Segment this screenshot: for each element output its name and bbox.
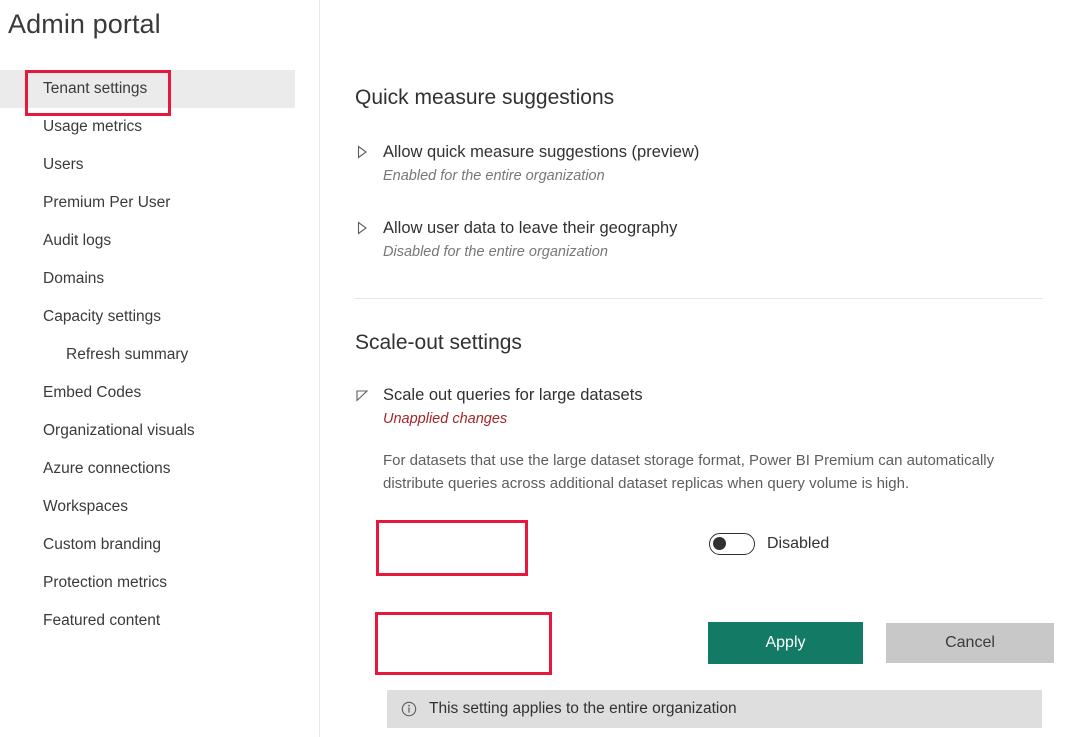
sidebar-item-premium-per-user[interactable]: Premium Per User [0,184,320,222]
chevron-right-icon[interactable] [355,221,369,235]
toggle-switch[interactable] [709,533,755,555]
setting-label: Allow quick measure suggestions (preview… [383,142,699,163]
setting-status: Disabled for the entire organization [383,242,677,263]
sidebar-item-usage-metrics[interactable]: Usage metrics [0,108,320,146]
sidebar-item-azure-connections[interactable]: Azure connections [0,450,320,488]
chevron-down-icon[interactable] [355,388,369,402]
sidebar-item-organizational-visuals[interactable]: Organizational visuals [0,412,320,450]
main-content: Quick measure suggestions Allow quick me… [321,0,1082,737]
setting-row[interactable]: Allow user data to leave their geography… [355,218,677,263]
section-title-scale-out: Scale-out settings [355,331,522,355]
sidebar-item-embed-codes[interactable]: Embed Codes [0,374,320,412]
cancel-button[interactable]: Cancel [886,623,1054,663]
sidebar-item-capacity-settings[interactable]: Capacity settings [0,298,320,336]
section-title-quick-measure: Quick measure suggestions [355,86,614,110]
setting-status: Enabled for the entire organization [383,166,699,187]
apply-button[interactable]: Apply [708,622,863,664]
info-text: This setting applies to the entire organ… [429,700,737,718]
toggle-knob [713,537,726,550]
chevron-right-icon[interactable] [355,145,369,159]
info-bar: This setting applies to the entire organ… [387,690,1042,728]
toggle-label: Disabled [767,535,829,553]
sidebar-item-featured-content[interactable]: Featured content [0,602,320,640]
info-circle-icon [401,701,417,717]
sidebar-item-refresh-summary[interactable]: Refresh summary [0,336,320,374]
sidebar-item-domains[interactable]: Domains [0,260,320,298]
scale-out-toggle[interactable]: Disabled [709,533,829,555]
page-title: Admin portal [8,9,161,40]
setting-label: Allow user data to leave their geography [383,218,677,239]
sidebar-nav-list: Tenant settingsUsage metricsUsersPremium… [0,70,320,640]
setting-row[interactable]: Allow quick measure suggestions (preview… [355,142,699,187]
sidebar-item-custom-branding[interactable]: Custom branding [0,526,320,564]
sidebar-item-protection-metrics[interactable]: Protection metrics [0,564,320,602]
sidebar: Admin portal Tenant settingsUsage metric… [0,0,320,737]
setting-description: For datasets that use the large dataset … [383,450,1038,495]
setting-row-scale-out[interactable]: Scale out queries for large datasets Una… [355,385,643,430]
sidebar-item-tenant-settings[interactable]: Tenant settings [0,70,295,108]
sidebar-item-audit-logs[interactable]: Audit logs [0,222,320,260]
sidebar-item-users[interactable]: Users [0,146,320,184]
section-divider [355,298,1043,299]
setting-label: Scale out queries for large datasets [383,385,643,406]
setting-status-unapplied: Unapplied changes [383,409,643,430]
sidebar-item-workspaces[interactable]: Workspaces [0,488,320,526]
